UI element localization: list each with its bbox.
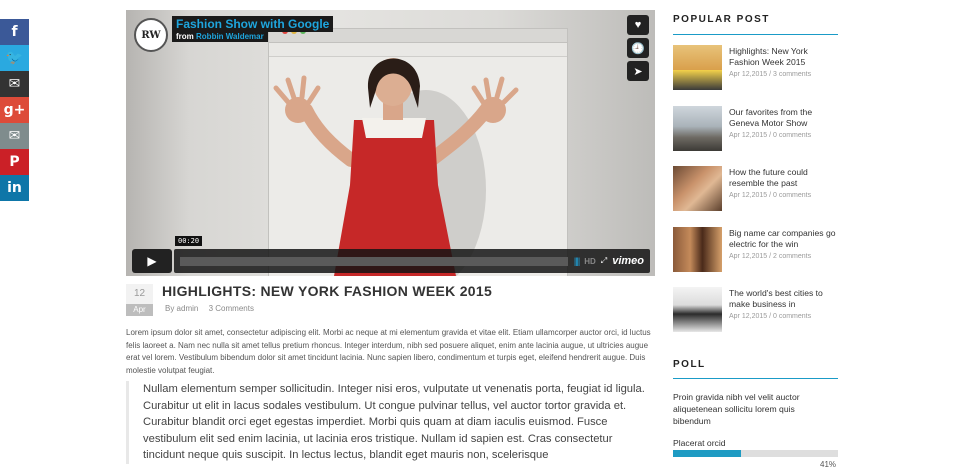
social-share-bar: f 🐦 ✉ g+ ✉ Pin	[0, 19, 29, 201]
video-author[interactable]: Robbin Waldemar	[196, 32, 264, 41]
post-day: 12	[126, 284, 153, 304]
like-icon[interactable]: ♥	[627, 15, 649, 35]
vimeo-logo[interactable]: vimeo	[612, 255, 644, 267]
google-plus-share-button[interactable]: g+	[0, 97, 29, 123]
poll-result-bar	[673, 450, 838, 457]
popular-post-date: Apr 12,2015	[729, 131, 768, 139]
twitter-share-button[interactable]: 🐦	[0, 45, 29, 71]
popular-post-thumbnail[interactable]	[673, 45, 722, 90]
popular-post-title[interactable]: The world's best cities to make business…	[729, 288, 839, 310]
video-model-figure	[273, 58, 519, 276]
video-controls: ▶ 00:20 |||| HD ⤢ vimeo	[132, 236, 650, 273]
gmail-icon: ✉	[8, 76, 21, 92]
popular-post-thumbnail[interactable]	[673, 226, 722, 272]
post-month: Apr	[126, 304, 153, 316]
post-title[interactable]: HIGHLIGHTS: NEW YORK FASHION WEEK 2015	[162, 283, 492, 299]
poll-question: Proin gravida nibh vel velit auctor aliq…	[673, 392, 800, 426]
popular-post-comments[interactable]: 0 comments	[773, 192, 811, 199]
post-date-badge: 12 Apr	[126, 284, 153, 316]
popular-post-date: Apr 12,2015	[729, 252, 768, 260]
popular-post-item[interactable]: Big name car companies go electric for t…	[673, 226, 843, 273]
email-icon: ✉	[8, 128, 21, 144]
popular-post-date: Apr 12,2015	[729, 313, 768, 320]
video-time: 00:20	[175, 236, 203, 246]
pinterest-share-button[interactable]: P	[0, 149, 29, 175]
post-blockquote: Nullam elementum semper sollicitudin. In…	[126, 381, 656, 464]
facebook-icon: f	[11, 24, 18, 40]
popular-post-comments[interactable]: 0 comments	[773, 313, 811, 320]
popular-post-date: Apr 12,2015	[729, 71, 768, 78]
popular-post-date: Apr 12,2015	[729, 192, 768, 199]
post-meta: By admin 3 Comments	[165, 304, 254, 313]
video-seek-track[interactable]	[180, 256, 568, 266]
popular-post-title[interactable]: Big name car companies go electric for t…	[729, 228, 839, 250]
poll-result-percent: 41%	[820, 460, 837, 469]
pinterest-icon: P	[9, 154, 20, 170]
popular-post-thumbnail[interactable]	[673, 105, 722, 151]
popular-post-meta: Apr 12,2015 / 3 comments	[729, 71, 812, 78]
popular-post-meta: Apr 12,2015 / 0 comments	[729, 131, 812, 139]
popular-post-rule	[673, 34, 838, 35]
play-icon: ▶	[147, 254, 157, 268]
popular-post-comments[interactable]: 2 comments	[773, 253, 811, 260]
watch-later-icon[interactable]: 🕘	[627, 38, 649, 58]
popular-post-comments[interactable]: 0 comments	[773, 132, 811, 139]
popular-post-item[interactable]: Highlights: New York Fashion Week 2015 Ap…	[673, 45, 843, 91]
popular-post-item[interactable]: How the future could resemble the past Ap…	[673, 166, 843, 212]
volume-icon[interactable]: ||||	[574, 256, 580, 266]
play-button[interactable]: ▶	[132, 249, 172, 273]
post-author-link[interactable]: By admin	[165, 304, 198, 313]
popular-post-meta: Apr 12,2015 / 2 comments	[729, 252, 812, 260]
hd-toggle[interactable]: HD	[584, 257, 596, 266]
share-icon[interactable]: ➤	[627, 61, 649, 81]
poll-rule	[673, 378, 838, 379]
popular-post-meta: Apr 12,2015 / 0 comments	[729, 313, 812, 320]
popular-post-comments[interactable]: 3 comments	[773, 71, 811, 78]
video-player[interactable]: RW Fashion Show with Google from Robbin …	[126, 10, 655, 276]
google-plus-icon: g+	[3, 102, 26, 118]
video-title[interactable]: Fashion Show with Google	[172, 16, 334, 32]
linkedin-icon: in	[7, 180, 22, 196]
post-body: Lorem ipsum dolor sit amet, consectetur …	[126, 328, 651, 375]
fullscreen-icon[interactable]: ⤢	[601, 256, 607, 266]
popular-post-title[interactable]: Our favorites from the Geneva Motor Show	[729, 107, 839, 129]
twitter-icon: 🐦	[5, 50, 24, 66]
email-share-button[interactable]: ✉	[0, 123, 29, 149]
video-channel-logo[interactable]: RW	[134, 18, 168, 52]
popular-post-title[interactable]: Highlights: New York Fashion Week 2015	[729, 46, 839, 68]
popular-post-meta: Apr 12,2015 / 0 comments	[729, 192, 812, 199]
popular-post-thumbnail[interactable]	[673, 287, 722, 332]
post-comments-link[interactable]: 3 Comments	[209, 304, 254, 313]
poll-result-fill	[673, 450, 741, 457]
video-progress-bar[interactable]: 00:20 |||| HD ⤢ vimeo	[174, 236, 650, 273]
video-author-line: from Robbin Waldemar	[172, 31, 268, 42]
linkedin-share-button[interactable]: in	[0, 175, 29, 201]
popular-post-item[interactable]: The world's best cities to make business…	[673, 287, 843, 333]
poll-heading: POLL	[673, 359, 706, 370]
popular-post-heading: POPULAR POST	[673, 14, 770, 25]
gmail-share-button[interactable]: ✉	[0, 71, 29, 97]
popular-post-item[interactable]: Our favorites from the Geneva Motor Show…	[673, 105, 843, 152]
facebook-share-button[interactable]: f	[0, 19, 29, 45]
popular-post-title[interactable]: How the future could resemble the past	[729, 167, 839, 189]
poll-option-label[interactable]: Placerat orcid	[673, 438, 726, 448]
popular-post-thumbnail[interactable]	[673, 166, 722, 211]
